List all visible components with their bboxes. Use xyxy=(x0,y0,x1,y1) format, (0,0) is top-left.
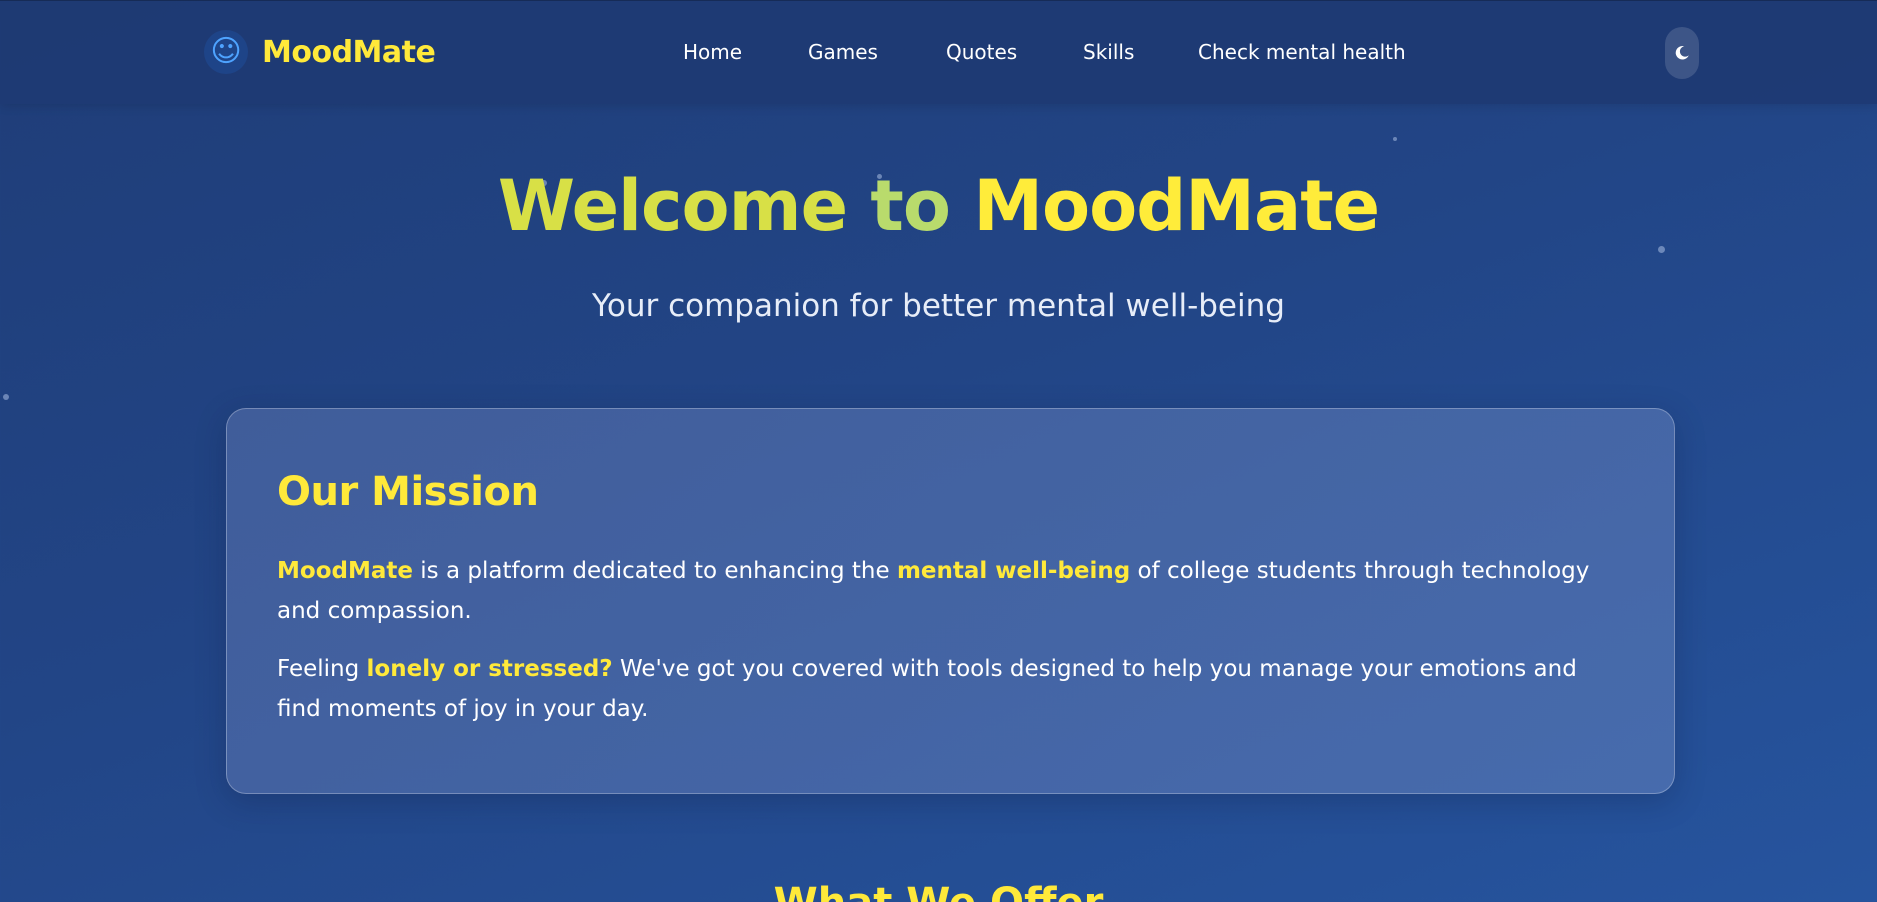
highlight-moodmate: MoodMate xyxy=(277,558,413,584)
nav-links: Home Games Quotes Skills Check mental he… xyxy=(0,40,1877,66)
nav-link-check-mental-health[interactable]: Check mental health xyxy=(1198,40,1406,64)
hero-title-word-to: to xyxy=(870,165,951,247)
hero-title: Welcome to MoodMate xyxy=(0,165,1877,247)
mission-text: Feeling xyxy=(277,656,367,682)
mission-card: Our Mission MoodMate is a platform dedic… xyxy=(226,408,1675,794)
nav-link-games[interactable]: Games xyxy=(808,40,878,64)
mission-title: Our Mission xyxy=(277,469,539,515)
moon-icon xyxy=(1675,46,1689,60)
hero-title-word-welcome: Welcome xyxy=(497,165,848,247)
highlight-mental-well-being: mental well-being xyxy=(896,558,1131,584)
hero-subtitle: Your companion for better mental well-be… xyxy=(592,288,1285,324)
background-star xyxy=(1658,246,1665,253)
mission-paragraph-2: Feeling lonely or stressed? We've got yo… xyxy=(277,649,1617,729)
what-we-offer-title: What We Offer xyxy=(0,880,1877,902)
background-star xyxy=(1393,137,1397,141)
nav-link-skills[interactable]: Skills xyxy=(1083,40,1134,64)
nav-link-home[interactable]: Home xyxy=(683,40,742,64)
background-star xyxy=(3,394,9,400)
top-navbar: ☺ MoodMate Home Games Quotes Skills Chec… xyxy=(0,0,1877,104)
theme-toggle-button[interactable] xyxy=(1665,27,1699,79)
hero-title-word-moodmate: MoodMate xyxy=(973,165,1380,247)
highlight-lonely-or-stressed: lonely or stressed? xyxy=(366,656,613,682)
nav-link-quotes[interactable]: Quotes xyxy=(946,40,1017,64)
mission-text: is a platform dedicated to enhancing the xyxy=(412,558,897,584)
mission-paragraph-1: MoodMate is a platform dedicated to enha… xyxy=(277,551,1617,631)
